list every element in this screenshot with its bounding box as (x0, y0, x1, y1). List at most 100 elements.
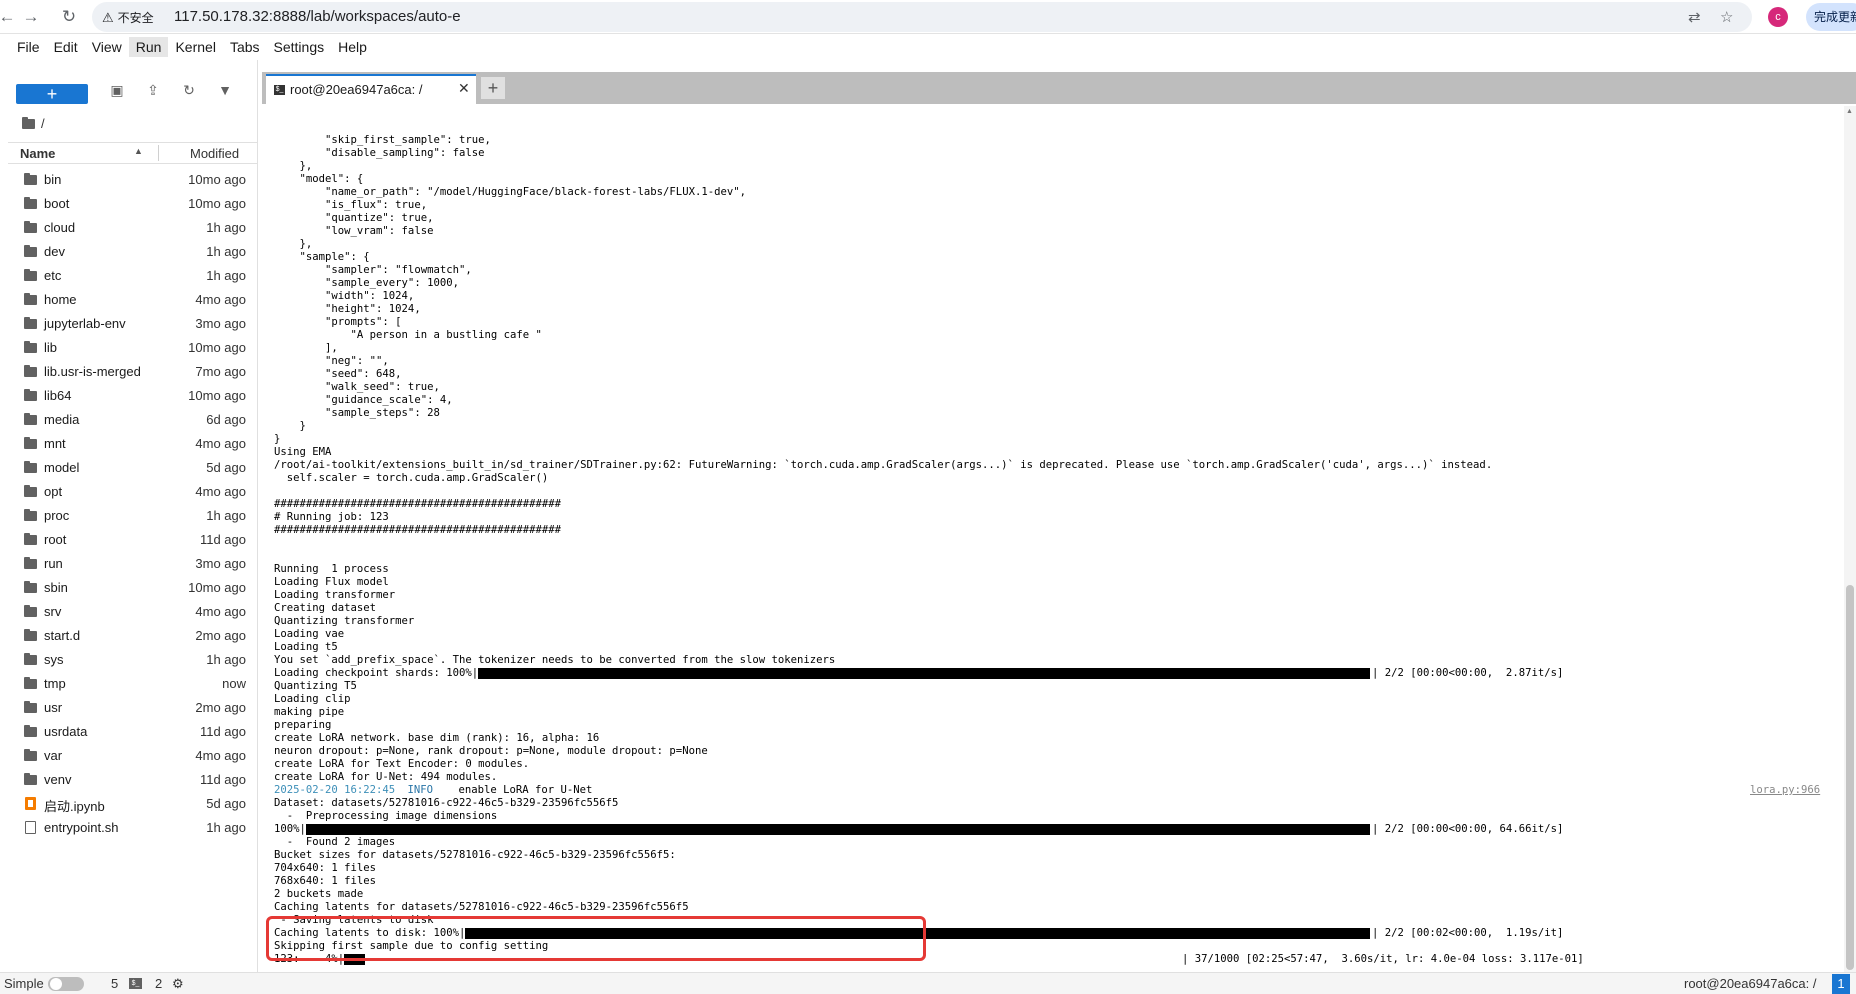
file-row-sys[interactable]: sys 1h ago (8, 648, 258, 672)
menu-tabs[interactable]: Tabs (223, 37, 267, 57)
notebook-icon (25, 797, 36, 810)
file-row-cloud[interactable]: cloud 1h ago (8, 216, 258, 240)
add-tab-button[interactable]: + (480, 76, 506, 100)
folder-icon (24, 245, 37, 257)
file-row-var[interactable]: var 4mo ago (8, 744, 258, 768)
file-row-mnt[interactable]: mnt 4mo ago (8, 432, 258, 456)
notification-badge[interactable]: 1 (1832, 974, 1850, 994)
url-text[interactable]: 117.50.178.32:8888/lab/workspaces/auto-e (174, 8, 461, 25)
scrollbar-thumb[interactable] (1846, 585, 1854, 970)
arrow-right-icon[interactable]: → (20, 6, 42, 28)
file-row-usr[interactable]: usr 2mo ago (8, 696, 258, 720)
menu-file[interactable]: File (10, 37, 47, 57)
terminal-line: - Found 2 images (274, 836, 396, 848)
terminal-count[interactable]: 5 (111, 976, 118, 991)
menu-kernel[interactable]: Kernel (168, 37, 222, 57)
folder-icon (24, 533, 37, 545)
file-name: jupyterlab-env (44, 316, 126, 331)
terminal-line: Caching latents for datasets/52781016-c9… (274, 901, 689, 913)
file-row-proc[interactable]: proc 1h ago (8, 504, 258, 528)
sort-ascending-icon[interactable]: ▲ (134, 146, 143, 156)
tab-terminal[interactable]: $_ root@20ea6947a6ca: / ✕ (266, 74, 476, 104)
arrow-left-icon[interactable]: ← (0, 6, 18, 28)
address-bar[interactable]: ⚠ 不安全 117.50.178.32:8888/lab/workspaces/… (92, 2, 1752, 32)
file-row-home[interactable]: home 4mo ago (8, 288, 258, 312)
log-level: INFO (407, 784, 434, 796)
file-row-usrdata[interactable]: usrdata 11d ago (8, 720, 258, 744)
menu-edit[interactable]: Edit (47, 37, 85, 57)
star-icon[interactable]: ☆ (1720, 8, 1733, 26)
file-row-root[interactable]: root 11d ago (8, 528, 258, 552)
terminal-line: Running 1 process (274, 563, 389, 575)
file-row-bin[interactable]: bin 10mo ago (8, 168, 258, 192)
file-modified: 4mo ago (195, 436, 246, 451)
folder-icon (24, 413, 37, 425)
file-row-srv[interactable]: srv 4mo ago (8, 600, 258, 624)
file-row-etc[interactable]: etc 1h ago (8, 264, 258, 288)
file-name: sys (44, 652, 64, 667)
scroll-up-icon[interactable]: ▲ (1846, 108, 1853, 115)
refresh-icon[interactable]: ↻ (180, 82, 198, 99)
new-folder-icon[interactable]: ▣ (108, 82, 126, 99)
security-indicator[interactable]: ⚠ 不安全 (102, 9, 154, 26)
new-launcher-button[interactable]: + (16, 84, 88, 104)
close-icon[interactable]: ✕ (458, 80, 470, 97)
terminal-line: Loading transformer (274, 589, 396, 601)
breadcrumb-root[interactable]: / (41, 116, 45, 131)
file-row-jupyterlab-env[interactable]: jupyterlab-env 3mo ago (8, 312, 258, 336)
tab-bar: $_ root@20ea6947a6ca: / ✕ + (262, 72, 1856, 104)
column-header-name[interactable]: Name (20, 146, 55, 161)
folder-icon (24, 725, 37, 737)
kernel-count[interactable]: 2 (155, 976, 162, 991)
terminal-line: "sample": { (274, 251, 370, 263)
file-row-lib-usr-is-merged[interactable]: lib.usr-is-merged 7mo ago (8, 360, 258, 384)
file-modified: 4mo ago (195, 292, 246, 307)
filter-icon[interactable]: ▼ (216, 82, 234, 98)
column-header-modified[interactable]: Modified (190, 146, 239, 161)
upload-icon[interactable]: ⇪ (144, 82, 162, 99)
file-row-lib[interactable]: lib 10mo ago (8, 336, 258, 360)
menu-help[interactable]: Help (331, 37, 374, 57)
file-row-run[interactable]: run 3mo ago (8, 552, 258, 576)
file-row-start-d[interactable]: start.d 2mo ago (8, 624, 258, 648)
log-source-link[interactable]: lora.py:966 (1750, 784, 1820, 796)
menu-view[interactable]: View (85, 37, 129, 57)
folder-icon (24, 581, 37, 593)
file-row-entrypoint[interactable]: entrypoint.sh 1h ago (8, 816, 258, 840)
terminal-output[interactable]: 2025-02-20 16:22:45 INFO enable LoRA for… (266, 106, 1846, 972)
terminal-icon[interactable]: $_ (129, 978, 142, 989)
file-row-tmp[interactable]: tmp now (8, 672, 258, 696)
reload-icon[interactable]: ↻ (58, 6, 80, 28)
update-button[interactable]: 完成更新 (1806, 3, 1856, 31)
terminal-line: "width": 1024, (274, 290, 415, 302)
kernel-gear-icon[interactable]: ⚙ (172, 976, 184, 992)
file-row-media[interactable]: media 6d ago (8, 408, 258, 432)
file-row-sbin[interactable]: sbin 10mo ago (8, 576, 258, 600)
file-row-lib64[interactable]: lib64 10mo ago (8, 384, 258, 408)
column-divider[interactable] (158, 145, 159, 161)
file-modified: 4mo ago (195, 748, 246, 763)
terminal-line: Quantizing transformer (274, 615, 415, 627)
terminal-line: Loading Flux model (274, 576, 389, 588)
file-row-model[interactable]: model 5d ago (8, 456, 258, 480)
file-row-boot[interactable]: boot 10mo ago (8, 192, 258, 216)
menu-settings[interactable]: Settings (267, 37, 332, 57)
menu-run[interactable]: Run (128, 37, 169, 57)
terminal-line: Loading clip (274, 693, 351, 705)
file-row-notebook[interactable]: 启动.ipynb 5d ago (8, 792, 258, 816)
folder-icon (24, 437, 37, 449)
folder-icon (24, 509, 37, 521)
insecure-label: 不安全 (117, 11, 154, 25)
profile-avatar[interactable]: c (1768, 7, 1788, 27)
active-terminal-label: root@20ea6947a6ca: / (1684, 976, 1817, 991)
folder-icon (24, 293, 37, 305)
translate-icon[interactable]: ⇄ (1688, 8, 1701, 26)
file-row-dev[interactable]: dev 1h ago (8, 240, 258, 264)
file-row-venv[interactable]: venv 11d ago (8, 768, 258, 792)
terminal-line: "skip_first_sample": true, (274, 134, 491, 146)
folder-icon[interactable] (22, 116, 35, 129)
file-row-opt[interactable]: opt 4mo ago (8, 480, 258, 504)
folder-icon (24, 173, 37, 185)
file-name: boot (44, 196, 70, 211)
file-name: 启动.ipynb (44, 799, 105, 814)
